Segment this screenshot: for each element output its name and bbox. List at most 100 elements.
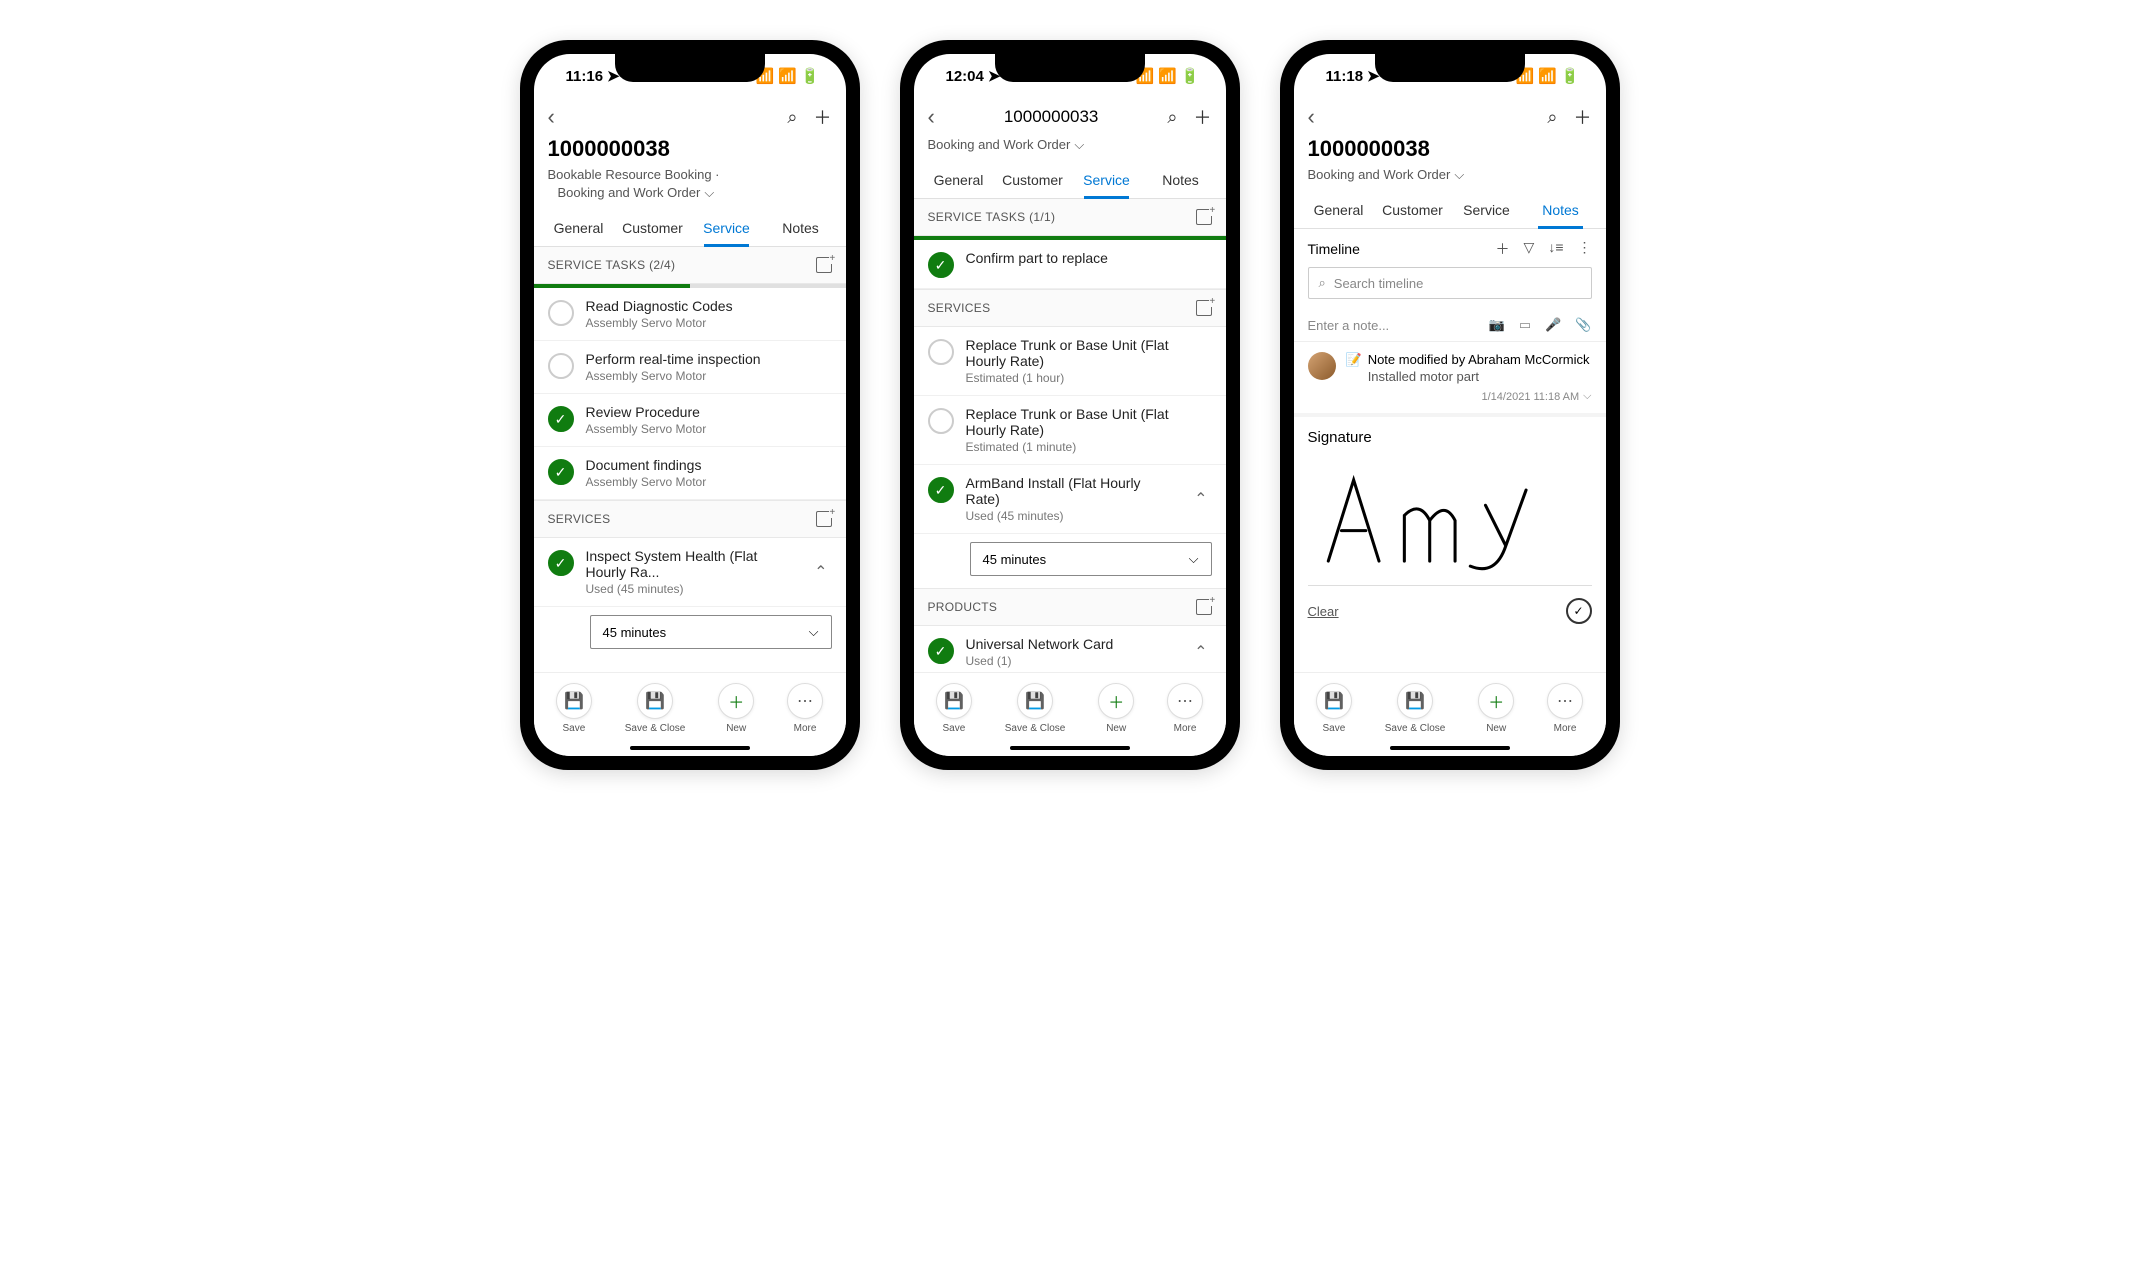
timeline-search[interactable]: ⌕ Search timeline bbox=[1308, 267, 1592, 299]
tab-general[interactable]: General bbox=[542, 210, 616, 246]
save-close-button[interactable]: 💾Save & Close bbox=[1385, 683, 1446, 734]
new-button[interactable]: ＋New bbox=[718, 683, 754, 734]
task-checkbox[interactable]: ✓ bbox=[548, 406, 574, 432]
save-button[interactable]: 💾Save bbox=[936, 683, 972, 734]
task-checkbox[interactable]: ✓ bbox=[548, 459, 574, 485]
signature-drawing bbox=[1308, 456, 1592, 585]
clear-signature-button[interactable]: Clear bbox=[1308, 604, 1339, 619]
attach-icon[interactable]: 📎 bbox=[1575, 317, 1591, 333]
content-area[interactable]: SERVICE TASKS (2/4) Read Diagnostic Code… bbox=[534, 247, 846, 672]
view-dropdown[interactable]: Booking and Work Order⌵ bbox=[558, 185, 715, 201]
service-item[interactable]: Inspect Range of Motion (Flat Hourly Rat… bbox=[534, 661, 846, 672]
duration-select[interactable]: 45 minutes ⌵ bbox=[590, 615, 832, 649]
collapse-icon[interactable]: ⌃ bbox=[1190, 642, 1211, 662]
task-item[interactable]: ✓ Confirm part to replace bbox=[914, 240, 1226, 289]
new-button[interactable]: ＋New bbox=[1478, 683, 1514, 734]
back-button[interactable]: ‹ bbox=[928, 104, 935, 130]
battery-icon: 🔋 bbox=[801, 67, 820, 85]
task-checkbox[interactable]: ✓ bbox=[928, 252, 954, 278]
tab-general[interactable]: General bbox=[922, 162, 996, 198]
task-checkbox[interactable] bbox=[548, 300, 574, 326]
status-time: 12:04 bbox=[946, 68, 984, 85]
collapse-icon[interactable]: ⌃ bbox=[810, 562, 831, 582]
tab-customer[interactable]: Customer bbox=[996, 162, 1070, 198]
signature-label: Signature bbox=[1308, 429, 1592, 446]
more-button[interactable]: ⋯More bbox=[787, 683, 823, 734]
task-item[interactable]: ✓ Review ProcedureAssembly Servo Motor bbox=[534, 394, 846, 447]
back-button[interactable]: ‹ bbox=[1308, 104, 1315, 130]
tab-service[interactable]: Service bbox=[690, 210, 764, 246]
new-button[interactable]: ＋New bbox=[1098, 683, 1134, 734]
task-item[interactable]: Read Diagnostic CodesAssembly Servo Moto… bbox=[534, 288, 846, 341]
view-dropdown[interactable]: Booking and Work Order⌵ bbox=[928, 137, 1085, 153]
page-title: 1000000038 bbox=[548, 136, 832, 162]
tab-notes[interactable]: Notes bbox=[1524, 192, 1598, 228]
content-area[interactable]: SERVICE TASKS (1/1) ✓ Confirm part to re… bbox=[914, 199, 1226, 672]
save-close-button[interactable]: 💾Save & Close bbox=[625, 683, 686, 734]
screen-2: 12:04➤ 📶📶🔋 ‹ 1000000033 ⌕ ＋ Booking and … bbox=[914, 54, 1226, 756]
note-entry[interactable]: Enter a note... 📷 ▭ 🎤 📎 bbox=[1294, 309, 1606, 342]
more-icon[interactable]: ⋮ bbox=[1578, 239, 1592, 259]
product-item[interactable]: ✓ Universal Network CardUsed (1) ⌃ bbox=[914, 626, 1226, 672]
content-area[interactable]: Timeline ＋ ▽ ↓≡ ⋮ ⌕ Search timeline Ente… bbox=[1294, 229, 1606, 672]
tab-customer[interactable]: Customer bbox=[1376, 192, 1450, 228]
more-button[interactable]: ⋯More bbox=[1547, 683, 1583, 734]
save-button[interactable]: 💾Save bbox=[1316, 683, 1352, 734]
tab-notes[interactable]: Notes bbox=[1144, 162, 1218, 198]
search-icon[interactable]: ⌕ bbox=[787, 107, 797, 128]
tab-customer[interactable]: Customer bbox=[616, 210, 690, 246]
tab-general[interactable]: General bbox=[1302, 192, 1376, 228]
collapse-icon[interactable]: ⌃ bbox=[1190, 489, 1211, 509]
timeline-item[interactable]: 📝 Note modified by Abraham McCormick Ins… bbox=[1294, 342, 1606, 417]
header-block: 1000000038 Booking and Work Order⌵ bbox=[1294, 136, 1606, 192]
search-icon[interactable]: ⌕ bbox=[1547, 107, 1557, 128]
add-icon[interactable]: ＋ bbox=[814, 104, 832, 130]
service-item[interactable]: Replace Trunk or Base Unit (Flat Hourly … bbox=[914, 396, 1226, 465]
service-checkbox[interactable] bbox=[928, 339, 954, 365]
sort-icon[interactable]: ↓≡ bbox=[1548, 239, 1563, 259]
nav-bar: ‹ ⌕ ＋ bbox=[534, 98, 846, 136]
back-button[interactable]: ‹ bbox=[548, 104, 555, 130]
task-item[interactable]: Perform real-time inspectionAssembly Ser… bbox=[534, 341, 846, 394]
add-service-icon[interactable] bbox=[1196, 300, 1212, 316]
service-checkbox[interactable]: ✓ bbox=[928, 477, 954, 503]
add-service-icon[interactable] bbox=[816, 511, 832, 527]
service-item[interactable]: Replace Trunk or Base Unit (Flat Hourly … bbox=[914, 327, 1226, 396]
add-task-icon[interactable] bbox=[816, 257, 832, 273]
timeline-item-body: Installed motor part bbox=[1368, 369, 1590, 384]
tab-service[interactable]: Service bbox=[1070, 162, 1144, 198]
filter-icon[interactable]: ▽ bbox=[1524, 239, 1535, 259]
nav-bar: ‹ ⌕ ＋ bbox=[1294, 98, 1606, 136]
service-item[interactable]: ✓ ArmBand Install (Flat Hourly Rate)Used… bbox=[914, 465, 1226, 534]
tab-notes[interactable]: Notes bbox=[764, 210, 838, 246]
confirm-signature-button[interactable]: ✓ bbox=[1566, 598, 1592, 624]
search-icon[interactable]: ⌕ bbox=[1167, 107, 1177, 128]
service-checkbox[interactable]: ✓ bbox=[548, 550, 574, 576]
tab-service[interactable]: Service bbox=[1450, 192, 1524, 228]
add-note-icon[interactable]: ＋ bbox=[1496, 239, 1510, 259]
chevron-down-icon[interactable]: ⌵ bbox=[1583, 390, 1591, 403]
task-checkbox[interactable] bbox=[548, 353, 574, 379]
mic-icon[interactable]: 🎤 bbox=[1545, 317, 1561, 333]
header-block: Booking and Work Order⌵ bbox=[914, 136, 1226, 162]
video-icon[interactable]: ▭ bbox=[1519, 317, 1531, 333]
product-checkbox[interactable]: ✓ bbox=[928, 638, 954, 664]
task-item[interactable]: ✓ Document findingsAssembly Servo Motor bbox=[534, 447, 846, 500]
add-product-icon[interactable] bbox=[1196, 599, 1212, 615]
section-header-services: SERVICES bbox=[534, 500, 846, 538]
save-button[interactable]: 💾Save bbox=[556, 683, 592, 734]
add-icon[interactable]: ＋ bbox=[1574, 104, 1592, 130]
save-close-button[interactable]: 💾Save & Close bbox=[1005, 683, 1066, 734]
add-icon[interactable]: ＋ bbox=[1194, 104, 1212, 130]
service-checkbox[interactable] bbox=[928, 408, 954, 434]
battery-icon: 🔋 bbox=[1181, 67, 1200, 85]
service-item[interactable]: ✓ Inspect System Health (Flat Hourly Ra.… bbox=[534, 538, 846, 607]
duration-select[interactable]: 45 minutes ⌵ bbox=[970, 542, 1212, 576]
signature-canvas[interactable] bbox=[1308, 456, 1592, 586]
bottom-bar: 💾Save 💾Save & Close ＋New ⋯More bbox=[1294, 672, 1606, 756]
camera-icon[interactable]: 📷 bbox=[1489, 317, 1505, 333]
view-dropdown[interactable]: Booking and Work Order⌵ bbox=[1308, 167, 1465, 183]
add-task-icon[interactable] bbox=[1196, 209, 1212, 225]
chevron-down-icon: ⌵ bbox=[809, 624, 819, 640]
more-button[interactable]: ⋯More bbox=[1167, 683, 1203, 734]
